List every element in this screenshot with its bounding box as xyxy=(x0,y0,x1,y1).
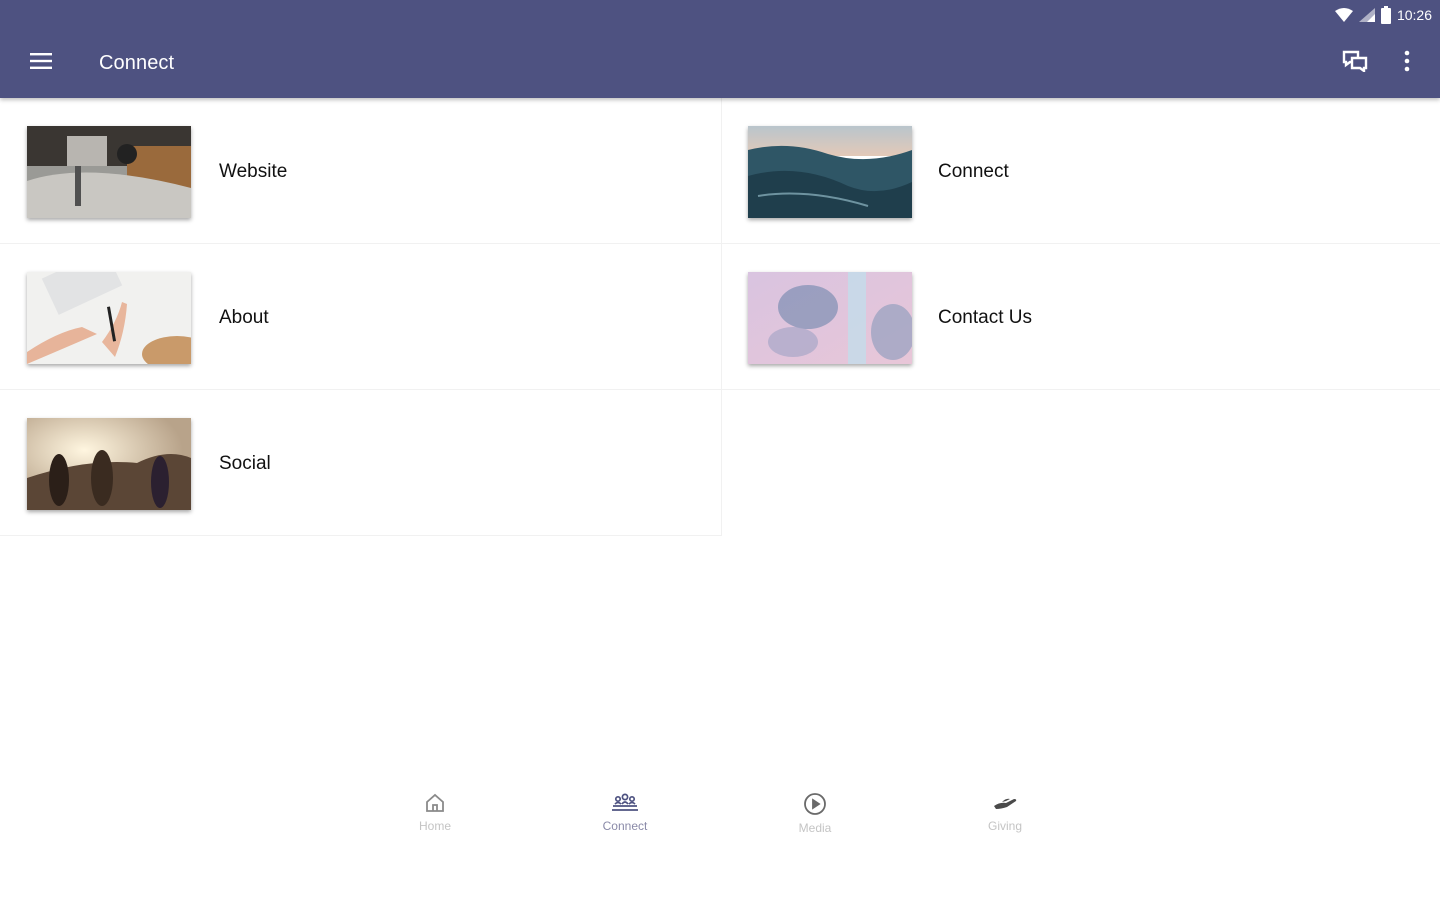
desk-keyboard-photo xyxy=(27,126,191,218)
status-bar: 10:26 xyxy=(1334,4,1432,26)
more-vertical-icon xyxy=(1404,50,1410,77)
status-time: 10:26 xyxy=(1396,7,1432,23)
app-bar: 10:26 Connect xyxy=(0,0,1440,98)
chat-button[interactable] xyxy=(1336,44,1374,82)
pink-clouds-photo xyxy=(748,272,912,364)
list-item-connect[interactable]: Connect xyxy=(722,98,1440,244)
list-item-website[interactable]: Website xyxy=(0,98,722,244)
list-item-label: Website xyxy=(219,161,288,182)
nav-item-connect[interactable]: Connect xyxy=(565,780,685,850)
people-group-icon xyxy=(610,792,640,814)
nav-item-media[interactable]: Media xyxy=(755,780,875,850)
list-item-label: Social xyxy=(219,453,271,474)
menu-icon xyxy=(30,52,52,75)
ocean-waves-photo xyxy=(748,126,912,218)
signal-icon xyxy=(1358,8,1375,22)
more-options-button[interactable] xyxy=(1388,44,1426,82)
nav-label: Media xyxy=(798,821,832,835)
page-title: Connect xyxy=(99,52,175,74)
writing-hands-photo xyxy=(27,272,191,364)
bottom-navigation: Home Connect Media Giving xyxy=(340,780,1100,850)
list-item-social[interactable]: Social xyxy=(0,390,722,536)
giving-hand-icon xyxy=(992,792,1018,814)
home-icon xyxy=(424,792,446,814)
wifi-icon xyxy=(1334,8,1353,22)
nav-item-giving[interactable]: Giving xyxy=(945,780,1065,850)
list-item-label: Contact Us xyxy=(938,307,1032,328)
chat-icon xyxy=(1342,50,1368,77)
play-circle-icon xyxy=(803,792,827,816)
nav-item-home[interactable]: Home xyxy=(375,780,495,850)
list-item-label: Connect xyxy=(938,161,1009,182)
list-item-contact-us[interactable]: Contact Us xyxy=(722,244,1440,390)
battery-icon xyxy=(1380,6,1391,24)
nav-label: Home xyxy=(418,819,451,833)
nav-label: Giving xyxy=(987,819,1022,833)
friends-sunset-photo xyxy=(27,418,191,510)
nav-label: Connect xyxy=(602,819,648,833)
list-item-about[interactable]: About xyxy=(0,244,722,390)
menu-button[interactable] xyxy=(22,44,60,82)
list-item-label: About xyxy=(219,307,269,328)
